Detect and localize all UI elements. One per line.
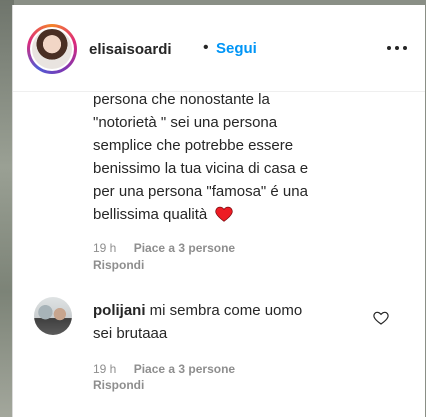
reply-button[interactable]: Rispondi: [93, 258, 144, 272]
commenter-avatar[interactable]: [34, 297, 72, 335]
profile-avatar[interactable]: [27, 24, 77, 74]
comment-text-2: polijani mi sembra come uomo sei brutaaa: [93, 302, 303, 342]
comment-meta-2: 19 h Piace a 3 persone: [93, 362, 235, 376]
comment-time-2[interactable]: 19 h: [93, 362, 116, 376]
likes-count[interactable]: Piace a 3 persone: [134, 241, 235, 255]
likes-count-2[interactable]: Piace a 3 persone: [134, 362, 235, 376]
avatar-photo: [32, 29, 72, 69]
more-options-icon[interactable]: [385, 38, 409, 58]
username[interactable]: elisaisoardi: [89, 41, 172, 58]
red-heart-emoji: [215, 206, 234, 222]
follow-button[interactable]: Segui: [216, 40, 257, 57]
comment-text: persona che nonostante la "notorietà " s…: [93, 91, 309, 223]
post-header: elisaisoardi • Segui: [13, 5, 425, 92]
comment-time[interactable]: 19 h: [93, 241, 116, 255]
comment-meta: 19 h Piace a 3 persone: [93, 241, 235, 255]
separator-dot: •: [203, 39, 209, 56]
heart-outline-icon[interactable]: [373, 310, 389, 326]
comments-panel: elisaisoardi • Segui persona che nonosta…: [12, 5, 425, 417]
comment-author[interactable]: polijani: [93, 302, 146, 319]
reply-button-2[interactable]: Rispondi: [93, 378, 144, 392]
